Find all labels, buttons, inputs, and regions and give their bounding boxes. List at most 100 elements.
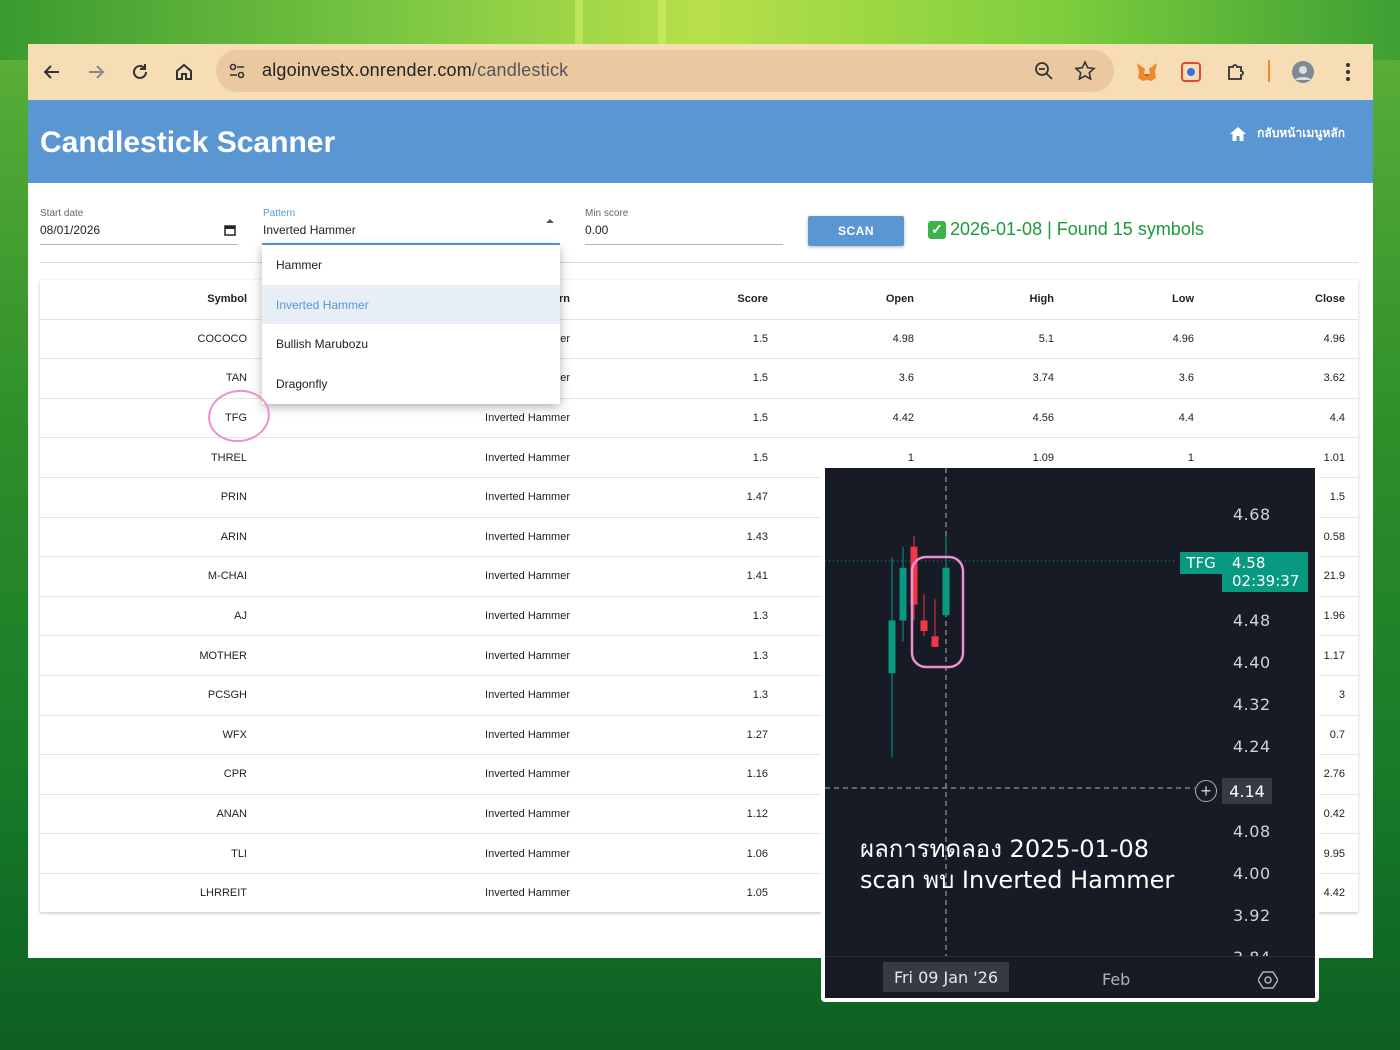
scan-status: ✓ 2026-01-08 | Found 15 symbols — [928, 219, 1204, 240]
cell-symbol: MOTHER — [199, 649, 247, 662]
cell-high: 3.74 — [1032, 372, 1054, 385]
cell-pattern: Inverted Hammer — [485, 689, 570, 702]
pattern-label: Pattern — [263, 208, 296, 219]
cell-score: 1.3 — [752, 689, 768, 702]
cell-symbol: ANAN — [216, 808, 247, 821]
zoom-icon[interactable] — [1034, 61, 1054, 81]
calendar-icon[interactable] — [224, 224, 236, 236]
cell-close: 4.4 — [1329, 412, 1345, 425]
cell-close: 3.62 — [1323, 372, 1345, 385]
pattern-option-hammer[interactable]: Hammer — [262, 245, 560, 285]
cell-pattern: Inverted Hammer — [485, 887, 570, 900]
start-date-label: Start date — [40, 208, 84, 219]
candle-body — [920, 620, 928, 632]
cell-score: 1.5 — [752, 372, 768, 385]
cell-symbol: THREL — [210, 451, 247, 464]
cell-high: 5.1 — [1038, 332, 1054, 345]
cell-pattern: Inverted Hammer — [485, 451, 570, 464]
cell-pattern: Inverted Hammer — [485, 491, 570, 504]
scan-status-text: 2026-01-08 | Found 15 symbols — [950, 219, 1204, 239]
cell-close: 4.96 — [1323, 332, 1345, 345]
price-axis-label: 4.24 — [1233, 737, 1271, 757]
scan-button[interactable]: SCAN — [808, 216, 904, 246]
candle-countdown: 02:39:37 — [1232, 572, 1300, 590]
address-bar[interactable]: algoinvestx.onrender.com/candlestick — [216, 50, 1114, 92]
home-icon — [1230, 126, 1247, 141]
cell-score: 1.06 — [746, 847, 768, 860]
cell-symbol: TLI — [231, 847, 247, 860]
column-header-symbol[interactable]: Symbol — [40, 280, 247, 319]
cell-score: 1.12 — [746, 808, 768, 821]
column-header-high[interactable]: High — [960, 280, 1054, 319]
cell-symbol: ARIN — [220, 530, 247, 543]
background-light-bar — [658, 0, 666, 44]
column-header-close[interactable]: Close — [1240, 280, 1345, 319]
cell-score: 1.43 — [746, 530, 768, 543]
url-path: /candlestick — [471, 60, 569, 80]
more-menu-icon[interactable] — [1335, 59, 1361, 85]
pattern-option-inverted-hammer[interactable]: Inverted Hammer — [262, 284, 560, 325]
chart-settings-icon[interactable] — [1258, 970, 1278, 990]
pattern-dropdown-menu: Hammer Inverted Hammer Bullish Marubozu … — [262, 245, 560, 404]
cell-pattern: Inverted Hammer — [485, 649, 570, 662]
candle-highlight-box — [910, 555, 965, 669]
candle-body — [899, 567, 907, 621]
extensions-icon[interactable] — [1223, 59, 1249, 85]
forward-icon[interactable] — [82, 58, 110, 86]
caret-up-icon[interactable] — [545, 218, 555, 224]
bookmark-star-icon[interactable] — [1074, 60, 1096, 82]
cell-pattern: Inverted Hammer — [485, 808, 570, 821]
cell-score: 1.3 — [752, 649, 768, 662]
column-header-low[interactable]: Low — [1100, 280, 1194, 319]
back-icon[interactable] — [38, 58, 66, 86]
experiment-note: ผลการทดลอง 2025-01-08 scan พบ Inverted H… — [860, 834, 1174, 896]
cell-symbol: M-CHAI — [207, 570, 247, 583]
cell-symbol: PRIN — [220, 491, 247, 504]
note-line-1: ผลการทดลอง 2025-01-08 — [860, 835, 1150, 863]
home-menu-label: กลับหน้าเมนูหลัก — [1257, 126, 1345, 140]
pattern-option-bullish-marubozu[interactable]: Bullish Marubozu — [262, 324, 560, 364]
start-date-input[interactable]: 08/01/2026 — [40, 223, 100, 237]
column-header-score[interactable]: Score — [680, 280, 768, 319]
column-header-open[interactable]: Open — [820, 280, 914, 319]
toolbar-divider — [1268, 60, 1270, 82]
home-icon[interactable] — [170, 58, 198, 86]
candle-body — [931, 636, 939, 647]
add-alert-plus-icon[interactable]: + — [1195, 780, 1217, 802]
cell-score: 1.3 — [752, 610, 768, 623]
url-host: algoinvestx.onrender.com — [262, 60, 472, 80]
cell-pattern: Inverted Hammer — [485, 768, 570, 781]
background-light-bar — [575, 0, 583, 44]
price-axis-label: 4.08 — [1233, 821, 1271, 841]
reload-icon[interactable] — [126, 58, 154, 86]
cell-pattern: Inverted Hammer — [485, 570, 570, 583]
min-score-input[interactable]: 0.00 — [585, 223, 608, 237]
cell-score: 1.5 — [752, 332, 768, 345]
metamask-extension-icon[interactable] — [1134, 59, 1160, 85]
cell-low: 4.4 — [1178, 412, 1194, 425]
candle-body — [888, 620, 896, 674]
table-header-row: Symbol rn Score Open High Low Close — [40, 280, 1358, 320]
cell-score: 1.5 — [752, 451, 768, 464]
crosshair-price-tag: 4.14 — [1222, 778, 1272, 804]
cell-open: 3.6 — [898, 372, 914, 385]
cell-symbol: AJ — [234, 610, 247, 623]
home-menu-link[interactable]: กลับหน้าเมนูหลัก — [1229, 124, 1345, 143]
table-row[interactable]: COCOCO er 1.5 4.98 5.1 4.96 4.96 — [40, 320, 1358, 360]
screenshot-extension-icon[interactable] — [1178, 59, 1204, 85]
candle-body — [942, 567, 950, 616]
month-tick-label: Feb — [1102, 970, 1131, 989]
form-divider — [40, 262, 1358, 263]
cell-low: 3.6 — [1178, 372, 1194, 385]
page-title: Candlestick Scanner — [40, 126, 336, 159]
cell-symbol: CPR — [223, 768, 247, 781]
pattern-select[interactable]: Inverted Hammer — [263, 223, 356, 237]
pattern-option-dragonfly[interactable]: Dragonfly — [262, 364, 560, 404]
cell-symbol: WFX — [222, 728, 247, 741]
profile-avatar[interactable] — [1290, 59, 1316, 85]
site-settings-icon[interactable] — [228, 62, 246, 80]
last-price-value: 4.58 — [1232, 554, 1266, 572]
browser-toolbar: algoinvestx.onrender.com/candlestick — [28, 44, 1373, 100]
price-axis-label: 4.48 — [1233, 610, 1271, 630]
price-axis-label: 4.40 — [1233, 652, 1271, 672]
